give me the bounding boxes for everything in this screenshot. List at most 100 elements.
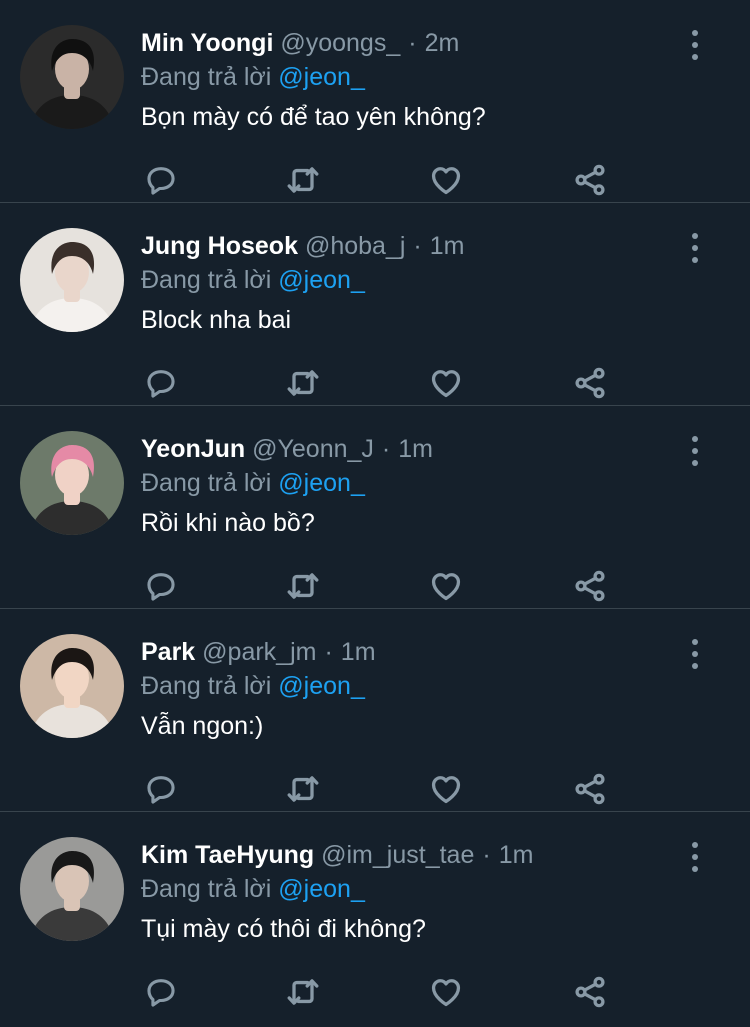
author-name[interactable]: YeonJun xyxy=(141,435,245,463)
tweet-actions xyxy=(141,972,621,1012)
replying-to: Đang trả lời @jeon_ xyxy=(141,466,690,500)
like-button[interactable] xyxy=(426,769,466,809)
more-options-icon[interactable] xyxy=(684,30,706,60)
reply-button[interactable] xyxy=(141,363,181,403)
like-button[interactable] xyxy=(426,160,466,200)
avatar[interactable] xyxy=(20,25,124,129)
replying-to-label: Đang trả lời xyxy=(141,875,272,903)
reply-icon xyxy=(147,370,175,398)
retweet-button[interactable] xyxy=(283,566,323,606)
tweet-text: Tụi mày có thôi đi không? xyxy=(141,915,426,943)
time-separator: · xyxy=(408,29,417,57)
heart-icon xyxy=(431,979,461,1007)
time-separator: · xyxy=(381,435,391,463)
reply-mention-link[interactable]: @jeon_ xyxy=(278,672,365,700)
avatar[interactable] xyxy=(20,837,124,941)
retweet-button[interactable] xyxy=(283,972,323,1012)
tweet-header: Park @park_jm · 1m xyxy=(141,635,690,669)
author-handle[interactable]: @Yeonn_J xyxy=(252,435,374,463)
like-button[interactable] xyxy=(426,363,466,403)
retweet-button[interactable] xyxy=(283,769,323,809)
tweet-item[interactable]: Jung Hoseok @hoba_j · 1m Đang trả lời @jeo… xyxy=(0,203,750,406)
reply-mention-link[interactable]: @jeon_ xyxy=(278,63,365,91)
tweet-item[interactable]: Min Yoongi @yoongs_ · 2m Đang trả lời @jeo… xyxy=(0,0,750,203)
time-separator: · xyxy=(413,232,422,260)
replying-to: Đang trả lời @jeon_ xyxy=(141,872,690,906)
share-icon xyxy=(575,773,605,805)
author-handle[interactable]: @yoongs_ xyxy=(280,29,400,57)
author-name[interactable]: Park xyxy=(141,638,195,666)
tweet-time[interactable]: 1m xyxy=(341,638,376,666)
tweet-actions xyxy=(141,566,621,606)
author-handle[interactable]: @im_just_tae xyxy=(321,841,474,869)
avatar[interactable] xyxy=(20,431,124,535)
tweet-item[interactable]: Park @park_jm · 1m Đang trả lời @jeon_ Vẫn… xyxy=(0,609,750,812)
reply-feed: Min Yoongi @yoongs_ · 2m Đang trả lời @jeo… xyxy=(0,0,750,1015)
share-button[interactable] xyxy=(570,972,610,1012)
tweet-text: Bọn mày có để tao yên không? xyxy=(141,103,486,131)
replying-to-label: Đang trả lời xyxy=(141,266,272,294)
reply-button[interactable] xyxy=(141,972,181,1012)
share-button[interactable] xyxy=(570,769,610,809)
share-icon xyxy=(575,164,605,196)
tweet-item[interactable]: Kim TaeHyung @im_just_tae · 1m Đang trả lờ… xyxy=(0,812,750,1015)
share-icon xyxy=(575,367,605,399)
retweet-button[interactable] xyxy=(283,363,323,403)
author-handle[interactable]: @hoba_j xyxy=(305,232,405,260)
share-button[interactable] xyxy=(570,160,610,200)
reply-icon xyxy=(147,573,175,601)
share-icon xyxy=(575,570,605,602)
more-options-icon[interactable] xyxy=(684,436,706,466)
reply-mention-link[interactable]: @jeon_ xyxy=(278,469,365,497)
avatar[interactable] xyxy=(20,634,124,738)
more-options-icon[interactable] xyxy=(684,233,706,263)
like-button[interactable] xyxy=(426,972,466,1012)
tweet-actions xyxy=(141,160,621,200)
retweet-icon xyxy=(287,573,319,599)
more-options-icon[interactable] xyxy=(684,842,706,872)
heart-icon xyxy=(431,776,461,804)
replying-to: Đang trả lời @jeon_ xyxy=(141,669,690,703)
share-button[interactable] xyxy=(570,363,610,403)
share-button[interactable] xyxy=(570,566,610,606)
tweet-time[interactable]: 2m xyxy=(425,29,460,57)
tweet-header: YeonJun @Yeonn_J · 1m xyxy=(141,432,690,466)
more-options-icon[interactable] xyxy=(684,639,706,669)
author-name[interactable]: Min Yoongi xyxy=(141,29,273,57)
author-name[interactable]: Kim TaeHyung xyxy=(141,841,314,869)
author-handle[interactable]: @park_jm xyxy=(202,638,316,666)
tweet-time[interactable]: 1m xyxy=(430,232,465,260)
time-separator: · xyxy=(482,841,491,869)
share-icon xyxy=(575,976,605,1008)
retweet-icon xyxy=(287,979,319,1005)
reply-button[interactable] xyxy=(141,160,181,200)
retweet-button[interactable] xyxy=(283,160,323,200)
tweet-actions xyxy=(141,769,621,809)
avatar[interactable] xyxy=(20,228,124,332)
replying-to-label: Đang trả lời xyxy=(141,63,272,91)
tweet-content: Jung Hoseok @hoba_j · 1m Đang trả lời @jeo… xyxy=(141,229,690,337)
tweet-time[interactable]: 1m xyxy=(499,841,534,869)
tweet-actions xyxy=(141,363,621,403)
tweet-header: Kim TaeHyung @im_just_tae · 1m xyxy=(141,838,690,872)
tweet-text: Rồi khi nào bồ? xyxy=(141,509,315,537)
retweet-icon xyxy=(287,776,319,802)
tweet-time[interactable]: 1m xyxy=(398,435,433,463)
reply-button[interactable] xyxy=(141,566,181,606)
replying-to-label: Đang trả lời xyxy=(141,672,272,700)
tweet-header: Min Yoongi @yoongs_ · 2m xyxy=(141,26,690,60)
replying-to: Đang trả lời @jeon_ xyxy=(141,263,690,297)
heart-icon xyxy=(431,573,461,601)
reply-mention-link[interactable]: @jeon_ xyxy=(278,875,365,903)
like-button[interactable] xyxy=(426,566,466,606)
tweet-content: Kim TaeHyung @im_just_tae · 1m Đang trả lờ… xyxy=(141,838,690,946)
tweet-item[interactable]: YeonJun @Yeonn_J · 1m Đang trả lời @jeon_ … xyxy=(0,406,750,609)
tweet-text: Block nha bai xyxy=(141,306,292,334)
reply-icon xyxy=(147,167,175,195)
tweet-content: YeonJun @Yeonn_J · 1m Đang trả lời @jeon_ … xyxy=(141,432,690,540)
time-separator: · xyxy=(324,638,333,666)
author-name[interactable]: Jung Hoseok xyxy=(141,232,298,260)
reply-button[interactable] xyxy=(141,769,181,809)
reply-icon xyxy=(147,979,175,1007)
reply-mention-link[interactable]: @jeon_ xyxy=(278,266,365,294)
